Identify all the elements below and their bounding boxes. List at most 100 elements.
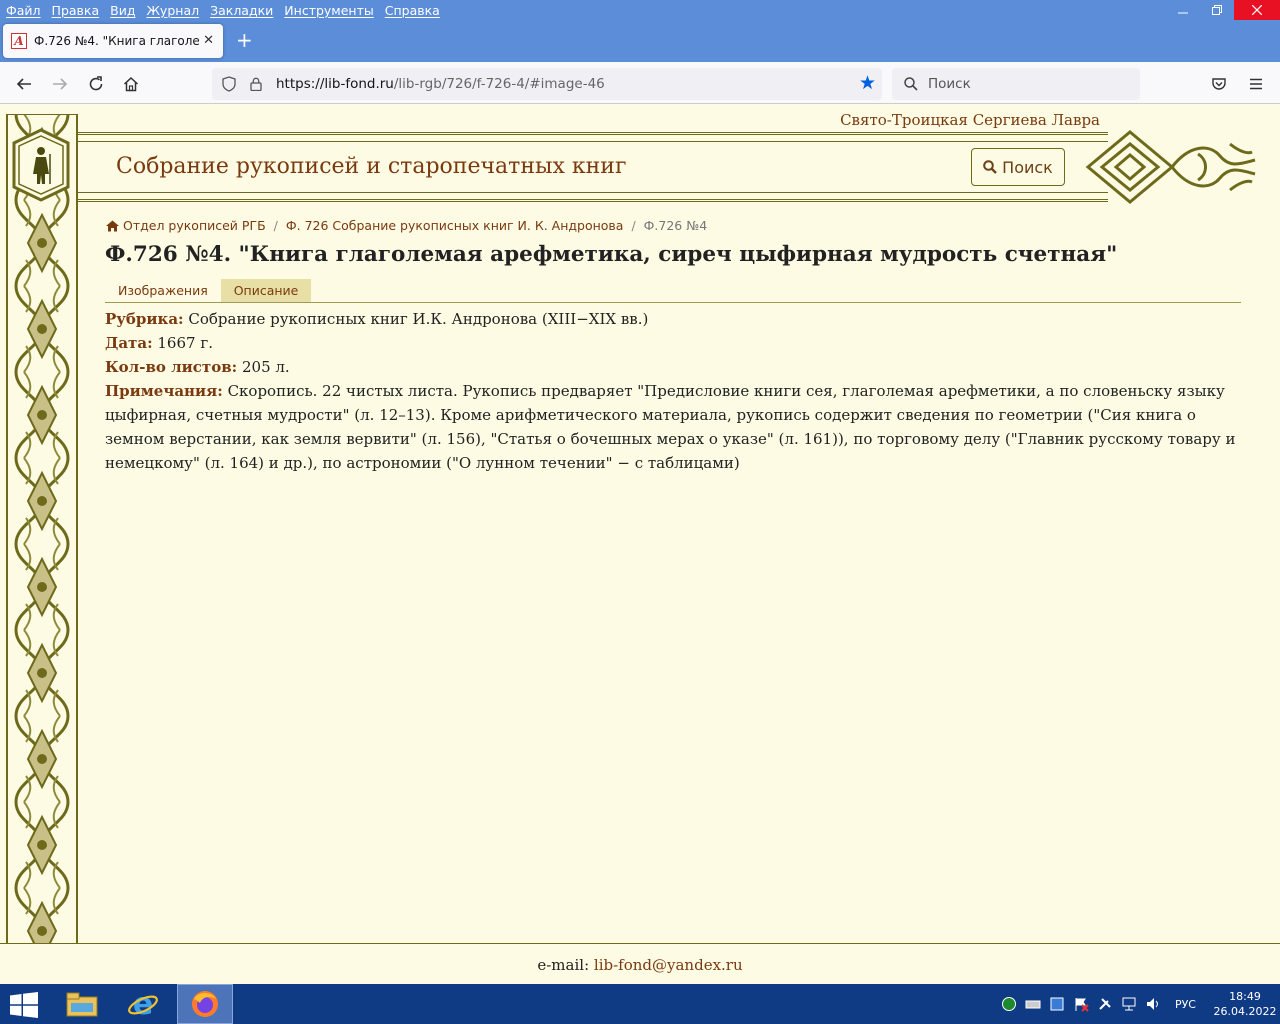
app-menu-button[interactable] — [1244, 72, 1268, 96]
minimize-button[interactable] — [1166, 0, 1200, 20]
web-page: Свято-Троицкая Сергиева Лавра Собрание р… — [0, 104, 1280, 944]
date-value: 1667 г. — [157, 334, 213, 352]
restore-button[interactable] — [1200, 0, 1234, 20]
tab-close-icon[interactable]: ✕ — [203, 33, 214, 48]
ornamental-border-left — [6, 114, 78, 944]
forward-button[interactable] — [48, 72, 72, 96]
browser-titlebar: Файл Правка Вид Журнал Закладки Инструме… — [0, 0, 1280, 62]
breadcrumb-current: Ф.726 №4 — [643, 218, 708, 233]
arrow-left-icon — [16, 78, 31, 90]
firefox-icon — [192, 991, 218, 1017]
network-globe-icon[interactable] — [1001, 996, 1017, 1012]
taskbar-explorer[interactable] — [54, 984, 110, 1024]
rubric-row: Рубрика: Собрание рукописных книг И.К. А… — [105, 307, 1241, 331]
description-panel: Рубрика: Собрание рукописных книг И.К. А… — [105, 307, 1241, 475]
menu-bookmarks[interactable]: Закладки — [210, 3, 273, 18]
windows-start-icon[interactable] — [10, 992, 38, 1018]
lavra-title: Свято-Троицкая Сергиева Лавра — [840, 111, 1100, 129]
breadcrumb-home[interactable]: Отдел рукописей РГБ — [123, 218, 266, 233]
pocket-icon — [1212, 78, 1226, 90]
breadcrumb: Отдел рукописей РГБ / Ф. 726 Собрание ру… — [106, 218, 707, 233]
search-placeholder: Поиск — [928, 76, 971, 92]
drive-icon[interactable] — [1025, 996, 1041, 1012]
menu-help[interactable]: Справка — [385, 3, 440, 18]
bookmark-star-icon[interactable]: ★ — [859, 74, 876, 93]
sheets-label: Кол-во листов: — [105, 358, 238, 376]
footer-email-link[interactable]: lib-fond@yandex.ru — [594, 956, 743, 974]
svg-text:e: e — [133, 988, 153, 1020]
taskbar-firefox[interactable] — [177, 984, 233, 1024]
search-icon — [983, 160, 998, 174]
date-row: Дата: 1667 г. — [105, 331, 1241, 355]
search-bar[interactable]: Поиск — [892, 68, 1140, 100]
action-center-flag-icon[interactable] — [1073, 996, 1089, 1012]
notes-label: Примечания: — [105, 382, 223, 400]
breadcrumb-collection[interactable]: Ф. 726 Собрание рукописных книг И. К. Ан… — [286, 218, 624, 233]
taskbar-internet-explorer[interactable]: e — [115, 984, 171, 1024]
home-icon — [106, 220, 119, 231]
network-icon[interactable] — [1121, 996, 1137, 1012]
tools-icon[interactable] — [1097, 996, 1113, 1012]
browser-tab[interactable]: А Ф.726 №4. "Книга глаголемая арефметика… — [3, 24, 223, 58]
menu-view[interactable]: Вид — [110, 3, 135, 18]
restore-icon — [1212, 5, 1222, 15]
content-tabs: Изображения Описание — [105, 279, 1241, 303]
breadcrumb-separator: / — [631, 218, 636, 233]
notes-value: Скоропись. 22 чистых листа. Рукопись пре… — [105, 382, 1236, 472]
menu-tools[interactable]: Инструменты — [284, 3, 373, 18]
breadcrumb-separator: / — [273, 218, 278, 233]
system-clock[interactable]: 18:49 26.04.2022 — [1210, 989, 1280, 1019]
menu-bar: Файл Правка Вид Журнал Закладки Инструме… — [0, 0, 445, 20]
tab-images[interactable]: Изображения — [105, 279, 221, 302]
site-search-label: Поиск — [1002, 157, 1053, 177]
lock-icon[interactable] — [250, 77, 262, 91]
new-tab-button[interactable]: + — [236, 30, 253, 50]
site-title[interactable]: Собрание рукописей и старопечатных книг — [116, 154, 627, 179]
tab-description[interactable]: Описание — [220, 279, 312, 302]
close-window-button[interactable] — [1234, 0, 1280, 20]
footer-email-label: e-mail: — [537, 956, 590, 974]
minimize-icon — [1178, 12, 1188, 14]
arrow-right-icon — [53, 78, 68, 90]
site-search-button[interactable]: Поиск — [971, 148, 1065, 186]
site-favicon-icon: А — [11, 33, 27, 49]
clock-date: 26.04.2022 — [1213, 1005, 1277, 1018]
date-label: Дата: — [105, 334, 153, 352]
menu-file[interactable]: Файл — [6, 3, 41, 18]
reload-button[interactable] — [84, 72, 108, 96]
windows-taskbar: e РУС 18:49 26.04.2022 — [0, 984, 1280, 1024]
menu-history[interactable]: Журнал — [146, 3, 199, 18]
url-path: /lib-rgb/726/f-726-4/#image-46 — [393, 76, 605, 92]
page-footer: e-mail: lib-fond@yandex.ru — [0, 943, 1280, 984]
sheets-value: 205 л. — [241, 358, 290, 376]
window-controls — [1166, 0, 1280, 20]
home-button[interactable] — [119, 72, 143, 96]
rubric-value: Собрание рукописных книг И.К. Андронова … — [188, 310, 649, 328]
clock-time: 18:49 — [1229, 990, 1261, 1003]
volume-icon[interactable] — [1145, 996, 1161, 1012]
menu-edit[interactable]: Правка — [52, 3, 100, 18]
notes-row: Примечания: Скоропись. 22 чистых листа. … — [105, 379, 1241, 475]
home-icon — [123, 76, 139, 92]
knot-ornament — [1085, 130, 1256, 204]
url-text[interactable]: https://lib-fond.ru/lib-rgb/726/f-726-4/… — [276, 76, 605, 92]
rubric-label: Рубрика: — [105, 310, 184, 328]
search-icon — [904, 77, 918, 91]
close-icon — [1252, 5, 1262, 15]
sheets-row: Кол-во листов: 205 л. — [105, 355, 1241, 379]
pilgrim-emblem-icon — [12, 128, 70, 202]
keyboard-language[interactable]: РУС — [1175, 998, 1196, 1011]
reload-icon — [89, 76, 103, 91]
system-tray: РУС 18:49 26.04.2022 — [997, 984, 1280, 1024]
back-button[interactable] — [12, 72, 36, 96]
page-title: Ф.726 №4. "Книга глаголемая арефметика, … — [105, 242, 1118, 267]
tab-title: Ф.726 №4. "Книга глаголемая арефметика, … — [34, 34, 199, 48]
address-bar[interactable]: https://lib-fond.ru/lib-rgb/726/f-726-4/… — [212, 68, 882, 100]
url-host: https://lib-fond.ru — [276, 76, 394, 92]
safely-remove-icon[interactable] — [1049, 996, 1065, 1012]
shield-icon[interactable] — [222, 76, 236, 92]
navigation-toolbar: https://lib-fond.ru/lib-rgb/726/f-726-4/… — [0, 62, 1280, 104]
pocket-button[interactable] — [1207, 72, 1231, 96]
file-explorer-icon — [66, 992, 98, 1017]
internet-explorer-icon: e — [128, 988, 158, 1020]
